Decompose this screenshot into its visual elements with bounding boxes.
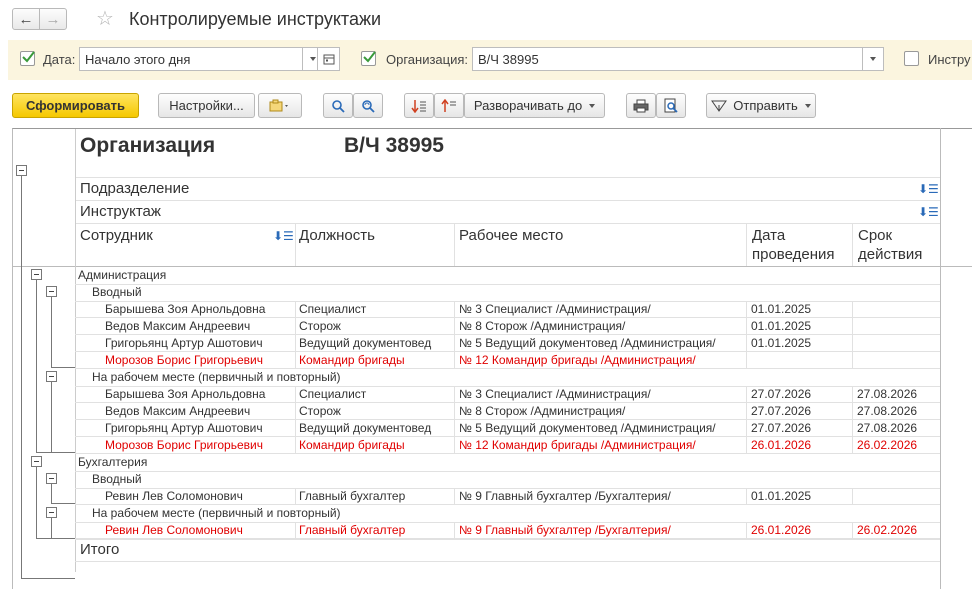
forward-button[interactable]: → [39, 8, 67, 30]
send-envelope-icon [711, 100, 728, 112]
variant-menu-button[interactable] [258, 93, 302, 118]
collapse-groups-icon [441, 98, 456, 112]
send-button[interactable]: Отправить [706, 93, 816, 118]
chevron-down-icon [870, 57, 876, 61]
generate-button[interactable]: Сформировать [12, 93, 139, 118]
printer-icon [633, 99, 649, 112]
expand-to-button[interactable]: Разворачивать до [464, 93, 605, 118]
calendar-icon [323, 54, 334, 65]
collapse-groups-button[interactable] [434, 93, 464, 118]
page-title: Контролируемые инструктажи [129, 9, 382, 29]
search-icon [332, 99, 345, 113]
chevron-down-icon [804, 103, 811, 108]
search-next-button[interactable] [353, 93, 383, 118]
report-spreadsheet[interactable] [12, 128, 972, 589]
send-label: Отправить [733, 98, 798, 113]
checkmark-icon [363, 51, 376, 63]
filter-bar: Дата: Начало этого дня Организация: В/Ч … [8, 40, 972, 80]
arrow-right-icon: → [45, 10, 61, 28]
organization-field[interactable]: В/Ч 38995 [472, 47, 863, 71]
settings-button[interactable]: Настройки... [158, 93, 255, 118]
back-button[interactable]: ← [12, 8, 40, 30]
chevron-down-icon [589, 103, 596, 108]
expand-to-label: Разворачивать до [473, 98, 583, 113]
search-button[interactable] [323, 93, 353, 118]
date-field[interactable]: Начало этого дня [79, 47, 303, 71]
date-checkbox[interactable] [20, 51, 35, 66]
checkmark-icon [22, 51, 35, 63]
print-preview-button[interactable] [656, 93, 686, 118]
chevron-down-icon [310, 57, 316, 61]
instruction-label: Инстру [928, 52, 971, 67]
arrow-left-icon: ← [18, 10, 34, 28]
calendar-button[interactable] [317, 47, 340, 71]
title-bar: ← → ☆ Контролируемые инструктажи [0, 0, 972, 38]
print-button[interactable] [626, 93, 656, 118]
variant-folder-icon [269, 99, 288, 111]
date-label: Дата: [43, 52, 76, 67]
expand-groups-button[interactable] [404, 93, 434, 118]
organization-checkbox[interactable] [361, 51, 376, 66]
search-refresh-icon [362, 99, 375, 113]
instruction-checkbox[interactable] [904, 51, 919, 66]
organization-dropdown-button[interactable] [862, 47, 884, 71]
expand-groups-icon [411, 99, 426, 113]
print-preview-icon [664, 98, 678, 113]
organization-label: Организация: [386, 52, 469, 67]
favorite-star-icon[interactable]: ☆ [96, 6, 114, 31]
